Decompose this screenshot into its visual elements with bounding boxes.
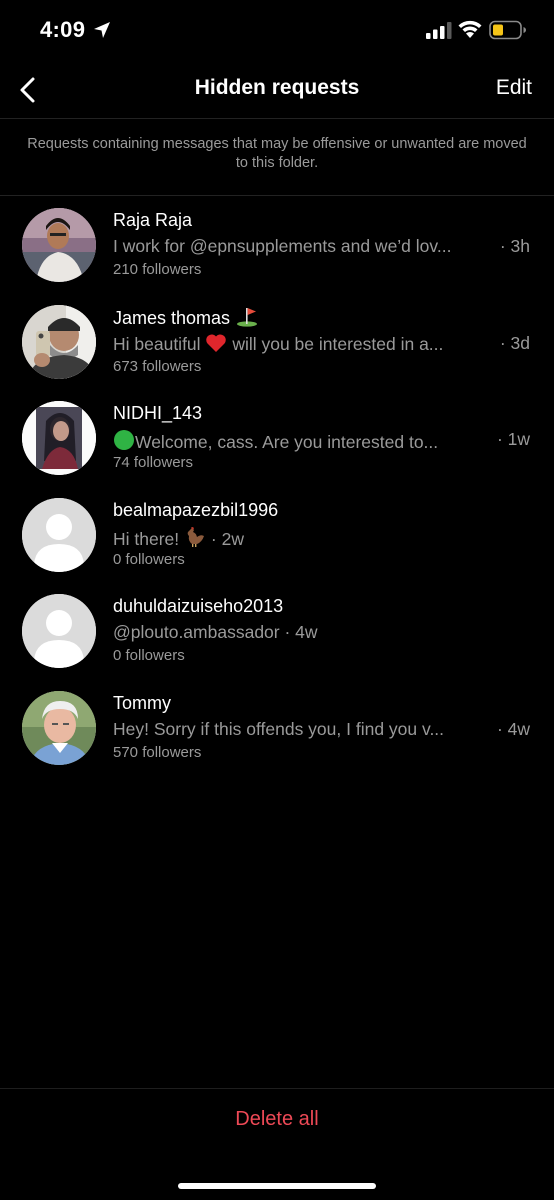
avatar xyxy=(22,594,96,668)
request-list: Raja Raja I work for @epnsupplements and… xyxy=(0,197,554,776)
cellular-signal-icon xyxy=(426,22,452,39)
request-message-preview: I work for @epnsupplements and we’d lov.… xyxy=(113,236,452,256)
location-arrow-icon xyxy=(94,22,110,38)
request-username: Raja Raja xyxy=(113,210,193,230)
request-message-preview: Hi there! · 2w xyxy=(113,526,498,550)
request-follower-count: 210 followers xyxy=(113,261,202,278)
request-time: · 2w xyxy=(210,528,244,549)
request-follower-count: 0 followers xyxy=(113,550,185,568)
red-heart-icon xyxy=(206,333,227,352)
profile-photo xyxy=(22,690,96,765)
home-indicator[interactable] xyxy=(178,1183,376,1189)
request-follower-count: 570 followers xyxy=(113,743,202,761)
request-username: duhuldaizuiseho2013 xyxy=(113,596,284,616)
request-follower-count: 673 followers xyxy=(113,357,202,375)
default-avatar-icon xyxy=(22,497,96,572)
request-time: · 4w xyxy=(496,718,530,739)
request-time: · 1w xyxy=(496,429,530,449)
request-message-preview: Hey! Sorry if this offends you, I find y… xyxy=(113,718,445,739)
nav-header: Hidden requests Edit xyxy=(0,62,554,119)
page-title: Hidden requests xyxy=(194,76,360,99)
delete-all-button[interactable]: Delete all xyxy=(0,1108,554,1131)
request-row[interactable]: bealmapazezbil1996 Hi there! · 2w 0 foll… xyxy=(0,487,554,584)
request-time: · 3h xyxy=(499,236,530,256)
request-row[interactable]: NIDHI_143 Welcome, cass. Are you interes… xyxy=(0,390,554,487)
status-time: 4:09 xyxy=(40,17,86,42)
request-username: James thomas xyxy=(113,307,258,329)
wifi-icon xyxy=(458,20,482,38)
edit-button[interactable]: Edit xyxy=(496,76,532,100)
screen: 4:09 Hidden requests Edit Requests conta… xyxy=(0,0,554,1200)
request-row[interactable]: duhuldaizuiseho2013 @plouto.ambassador ·… xyxy=(0,583,554,680)
profile-photo xyxy=(22,401,96,475)
avatar xyxy=(22,690,96,765)
profile-photo xyxy=(22,208,96,282)
rooster-icon xyxy=(187,526,205,547)
profile-photo xyxy=(22,304,96,379)
request-time: · 4w xyxy=(284,622,318,642)
default-avatar-icon xyxy=(22,594,96,668)
avatar xyxy=(22,208,96,282)
request-row[interactable]: Raja Raja I work for @epnsupplements and… xyxy=(0,197,554,294)
request-row[interactable]: Tommy Hey! Sorry if this offends you, I … xyxy=(0,680,554,777)
request-message-preview: Welcome, cass. Are you interested to... xyxy=(113,429,498,453)
green-circle-icon xyxy=(114,430,134,450)
request-follower-count: 74 followers xyxy=(113,454,194,471)
request-message-preview: Hi beautiful will you be interested in a… xyxy=(113,333,444,354)
request-username: NIDHI_143 xyxy=(113,403,203,423)
request-message-preview: @plouto.ambassador · 4w xyxy=(113,622,318,642)
golf-flag-icon xyxy=(237,307,258,327)
battery-low-icon xyxy=(489,20,526,40)
request-username: Tommy xyxy=(113,692,171,713)
request-row[interactable]: James thomas Hi beautiful will you be in… xyxy=(0,294,554,391)
notice-text: Requests containing messages that may be… xyxy=(27,136,527,171)
status-bar: 4:09 xyxy=(0,0,554,62)
bottom-action-bar: Delete all xyxy=(0,1088,554,1200)
request-username: bealmapazezbil1996 xyxy=(113,499,279,520)
avatar xyxy=(22,401,96,475)
request-time: · 3d xyxy=(499,332,530,353)
avatar xyxy=(22,304,96,379)
request-follower-count: 0 followers xyxy=(113,647,185,664)
avatar xyxy=(22,497,96,572)
hidden-requests-notice: Requests containing messages that may be… xyxy=(0,119,554,196)
